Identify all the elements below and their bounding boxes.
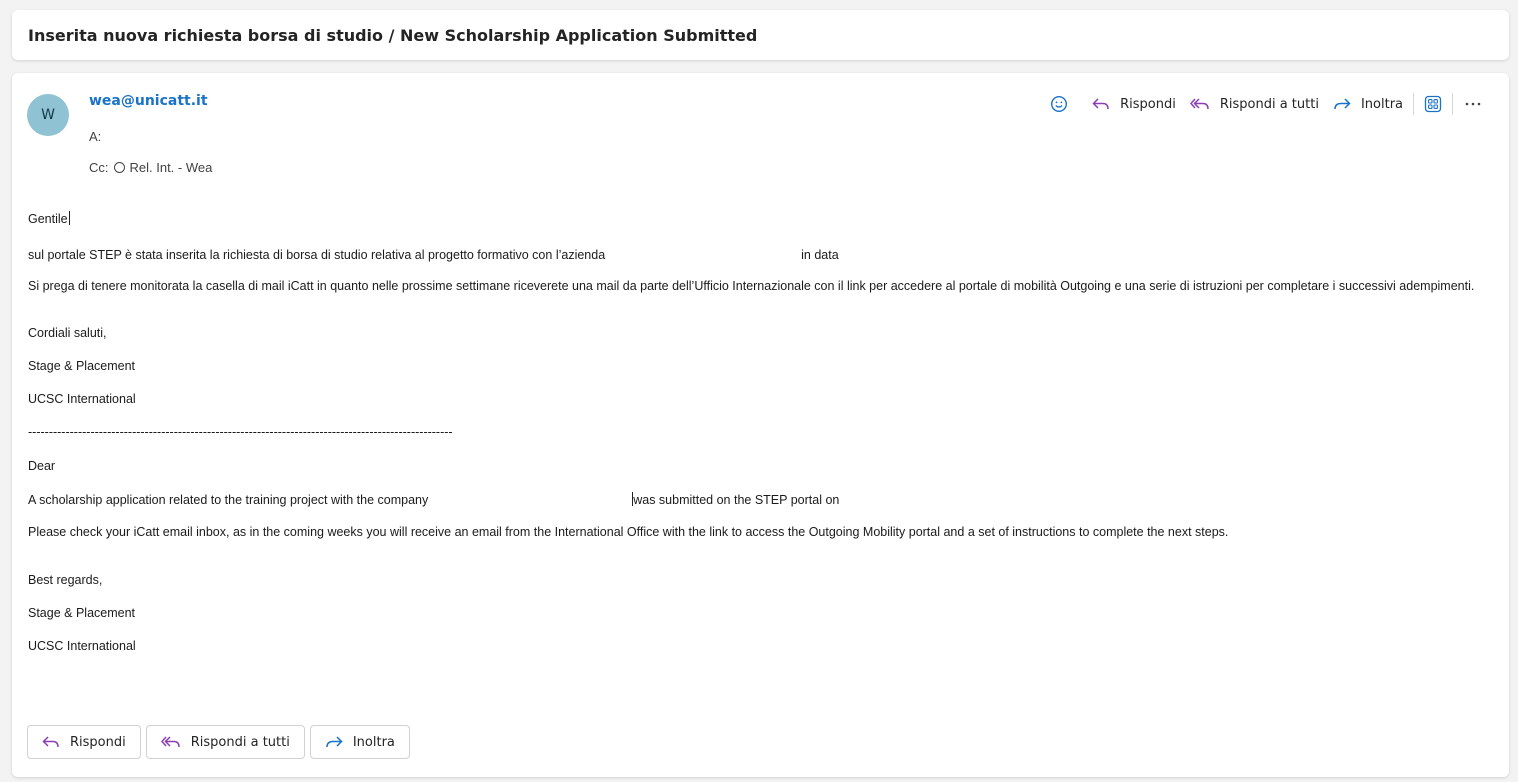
avatar[interactable]: W [27, 94, 69, 136]
email-subject: Inserita nuova richiesta borsa di studio… [28, 25, 758, 45]
presence-icon [113, 162, 125, 173]
forward-icon [326, 736, 343, 748]
more-actions-button[interactable] [1463, 101, 1483, 107]
forward-icon [1334, 98, 1351, 110]
it-greeting: Gentile [28, 211, 70, 226]
reply-bottom-label: Rispondi [70, 734, 126, 750]
more-icon [1465, 102, 1481, 106]
en-line1: A scholarship application related to the… [28, 492, 840, 507]
en-signature-1: Stage & Placement [28, 606, 136, 620]
reply-all-bottom-button[interactable]: Rispondi a tutti [145, 725, 305, 759]
reply-all-label: Rispondi a tutti [1219, 96, 1319, 112]
forward-button[interactable]: Inoltra [1333, 97, 1403, 112]
it-closing: Cordiali saluti, [28, 326, 107, 340]
forward-label: Inoltra [1360, 96, 1403, 112]
avatar-initial: W [41, 107, 55, 123]
reply-bottom-button[interactable]: Rispondi [27, 725, 141, 759]
toolbar-divider [1413, 93, 1414, 115]
reply-icon [1092, 98, 1109, 110]
en-greeting: Dear [28, 459, 56, 473]
reply-all-bottom-label: Rispondi a tutti [190, 734, 290, 750]
smiley-icon [1051, 95, 1068, 113]
reply-all-icon [1189, 98, 1209, 110]
bottom-actions: Rispondi Rispondi a tutti Inoltra [27, 725, 415, 759]
to-label: A: [89, 129, 102, 144]
cc-recipient[interactable]: Rel. Int. - Wea [130, 160, 213, 175]
reply-all-button[interactable]: Rispondi a tutti [1189, 96, 1319, 112]
reply-button[interactable]: Rispondi [1092, 97, 1176, 112]
it-line1: sul portale STEP è stata inserita la ric… [28, 248, 839, 262]
reply-all-icon [160, 736, 180, 748]
reply-icon [42, 736, 59, 748]
emoji-reaction-button[interactable] [1050, 95, 1078, 113]
reply-label: Rispondi [1120, 96, 1176, 112]
it-signature-2: UCSC International [28, 392, 136, 406]
text-caret [68, 211, 70, 225]
apps-icon [1424, 95, 1442, 113]
forward-bottom-label: Inoltra [352, 734, 395, 750]
cc-line: Cc: Rel. Int. - Wea [89, 160, 212, 175]
message-pane: W wea@unicatt.it A: Cc: Rel. Int. - Wea … [12, 73, 1509, 777]
message-toolbar: Rispondi Rispondi a tutti Inoltra [1036, 91, 1483, 117]
section-divider: ----------------------------------------… [28, 425, 453, 439]
en-line2: Please check your iCatt email inbox, as … [28, 525, 1229, 539]
subject-bar: Inserita nuova richiesta borsa di studio… [12, 10, 1509, 60]
it-line2: Si prega di tenere monitorata la casella… [28, 279, 1475, 293]
en-closing: Best regards, [28, 573, 103, 587]
en-signature-2: UCSC International [28, 639, 136, 653]
it-signature-1: Stage & Placement [28, 359, 136, 373]
cc-label: Cc: [89, 160, 109, 175]
forward-bottom-button[interactable]: Inoltra [309, 725, 410, 759]
apps-button[interactable] [1424, 95, 1442, 113]
toolbar-divider [1452, 93, 1453, 115]
to-line: A: [89, 129, 101, 144]
sender-email[interactable]: wea@unicatt.it [89, 93, 208, 109]
